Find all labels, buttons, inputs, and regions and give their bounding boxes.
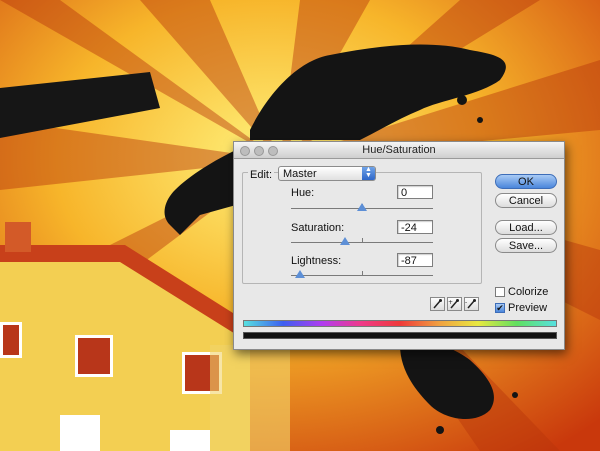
save-button[interactable]: Save...	[495, 238, 557, 253]
input-color-spectrum-bar	[243, 320, 557, 327]
ok-button[interactable]: OK	[495, 174, 557, 189]
checkmark-icon: ✔	[496, 303, 504, 313]
output-color-spectrum-bar	[243, 332, 557, 339]
eyedropper-plus-icon[interactable]: +	[447, 297, 462, 311]
zoom-icon[interactable]	[268, 146, 278, 156]
lightness-field[interactable]: -87	[397, 253, 433, 267]
colorize-label: Colorize	[508, 286, 549, 298]
lightness-label: Lightness:	[291, 255, 342, 267]
load-button[interactable]: Load...	[495, 220, 557, 235]
adjustment-group	[242, 172, 482, 284]
lightness-slider-thumb[interactable]	[295, 270, 306, 278]
edit-select[interactable]: Master ▲ ▼	[278, 166, 376, 181]
hue-saturation-dialog: Hue/Saturation Edit: Master ▲ ▼ Hue: 0 Sa…	[233, 141, 565, 350]
saturation-slider-thumb[interactable]	[339, 237, 350, 245]
close-icon[interactable]	[240, 146, 250, 156]
edit-label: Edit:	[248, 169, 275, 181]
hue-label: Hue:	[291, 187, 315, 199]
eyedropper-minus-icon[interactable]: -	[464, 297, 479, 311]
preview-checkbox[interactable]: ✔	[495, 303, 505, 313]
edit-select-value: Master	[283, 168, 317, 180]
lightness-slider-center-tick	[362, 271, 363, 276]
hue-slider-thumb[interactable]	[357, 203, 367, 211]
eyedropper-icon[interactable]	[430, 297, 445, 311]
saturation-label: Saturation:	[291, 222, 345, 234]
dialog-title: Hue/Saturation	[362, 144, 436, 156]
colorize-checkbox[interactable]	[495, 287, 505, 297]
minimize-icon[interactable]	[254, 146, 264, 156]
cancel-button[interactable]: Cancel	[495, 193, 557, 208]
saturation-field[interactable]: -24	[397, 220, 433, 234]
preview-label: Preview	[508, 302, 548, 314]
svg-text:+: +	[448, 299, 453, 306]
chevron-updown-icon: ▲ ▼	[362, 166, 375, 180]
saturation-slider-center-tick	[362, 238, 363, 243]
svg-text:-: -	[465, 299, 467, 306]
hue-field[interactable]: 0	[397, 185, 433, 199]
dialog-titlebar[interactable]: Hue/Saturation	[234, 142, 564, 159]
